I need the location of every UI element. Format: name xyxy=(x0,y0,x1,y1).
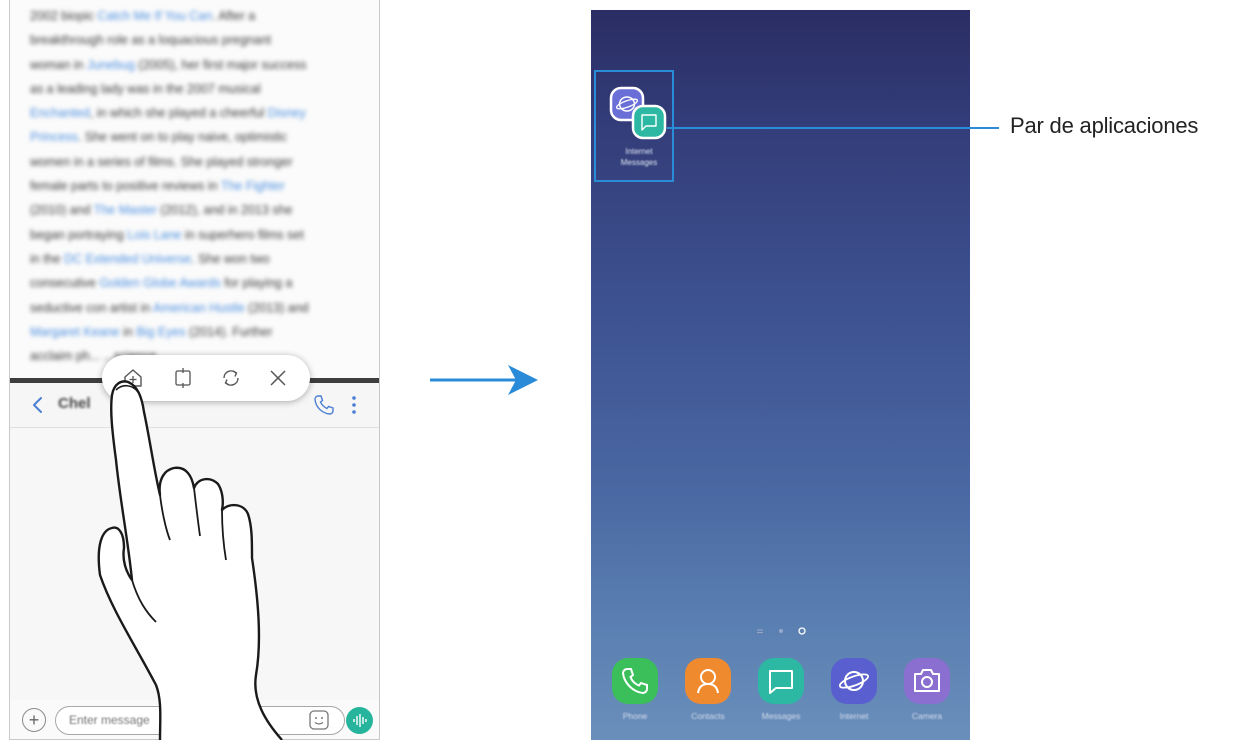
article-text-segment: (2012), and in 2013 she xyxy=(156,203,293,218)
article-text-segment: female parts to positive reviews in xyxy=(30,179,221,194)
article-line: breakthrough role as a loquacious pregna… xyxy=(30,28,365,52)
article-line: Enchanted, in which she played a cheerfu… xyxy=(30,101,365,125)
article-link[interactable]: Lois Lane xyxy=(127,228,181,242)
dock-app-camera[interactable]: Camera xyxy=(894,658,960,736)
article-line: as a leading lady was in the 2007 musica… xyxy=(30,77,365,101)
article-line: Margaret Keane in Big Eyes (2014). Furth… xyxy=(30,320,365,344)
plus-icon: + xyxy=(28,710,40,730)
article-link[interactable]: The Master xyxy=(94,203,157,217)
split-screen-options-bar xyxy=(102,355,310,401)
right-phone-home-screen: Internet Messages Phone Contacts Message… xyxy=(591,10,970,740)
article-text-segment: woman in xyxy=(30,57,87,72)
article-text-segment: . She won two xyxy=(191,251,270,266)
call-icon[interactable] xyxy=(312,393,336,417)
article-text-segment: (2014). Further xyxy=(185,324,273,339)
dock-app-label: Internet xyxy=(839,711,869,721)
app-pair-label: Internet Messages xyxy=(604,146,674,168)
app-pair-icon xyxy=(609,86,667,140)
browser-article: 2002 biopic Catch Me If You Can. After a… xyxy=(10,0,379,378)
article-text-segment: in xyxy=(119,324,137,339)
message-field[interactable] xyxy=(55,706,345,735)
article-text-segment: (2010) and xyxy=(30,203,94,218)
article-text: 2002 biopic Catch Me If You Can. After a… xyxy=(30,4,365,368)
app-pair-label-line1: Internet xyxy=(625,147,653,156)
article-text-segment: 2002 biopic xyxy=(30,9,98,23)
dock-app-phone[interactable]: Phone xyxy=(602,658,668,736)
dock-app-label: Messages xyxy=(761,711,801,721)
back-arrow-icon[interactable] xyxy=(30,395,46,415)
add-app-pair-icon[interactable] xyxy=(120,365,146,391)
article-text-segment: as a leading lady was in the 2007 musica… xyxy=(30,81,261,96)
message-input[interactable] xyxy=(56,707,344,733)
article-link[interactable]: Big Eyes xyxy=(136,325,185,339)
article-text-segment: consecutive xyxy=(30,276,100,291)
article-text-segment: . She went on to play naive, optimistic xyxy=(77,130,288,145)
article-text-segment: in the xyxy=(30,251,65,266)
callout-label: Par de aplicaciones xyxy=(1010,113,1199,138)
conversation-body xyxy=(10,428,379,700)
article-text-segment: (2013) and xyxy=(244,300,309,315)
article-text-segment: (2005), her first major success xyxy=(134,57,307,72)
internet-icon xyxy=(831,658,877,704)
dock-app-label: Contacts xyxy=(691,711,725,721)
article-link[interactable]: Catch Me If You Can xyxy=(97,9,212,23)
app-dock: Phone Contacts Messages Internet Camera xyxy=(591,658,970,740)
left-phone-screen: 2002 biopic Catch Me If You Can. After a… xyxy=(9,0,380,740)
dock-app-label: Camera xyxy=(911,711,943,721)
article-text-segment: in superhero films set xyxy=(181,227,304,242)
close-icon[interactable] xyxy=(265,365,291,391)
page-indicator[interactable] xyxy=(757,625,807,637)
sticker-icon[interactable] xyxy=(308,709,330,731)
more-options-icon[interactable] xyxy=(348,393,360,417)
article-text-segment: for playing a xyxy=(220,276,293,291)
article-link[interactable]: Golden Globe Awards xyxy=(99,276,220,290)
attach-button[interactable]: + xyxy=(22,708,46,732)
article-text-segment: began portraying xyxy=(30,227,128,242)
phone-icon xyxy=(612,658,658,704)
article-text-segment: , in which she played a cheerful xyxy=(89,106,268,121)
article-text-segment: seductive con artist in xyxy=(30,300,153,315)
article-line: women in a series of films. She played s… xyxy=(30,150,365,174)
dock-app-internet[interactable]: Internet xyxy=(821,658,887,736)
article-text-segment: women in a series of films. She played s… xyxy=(30,154,293,169)
article-link[interactable]: The Fighter xyxy=(221,179,285,193)
article-link[interactable]: Enchanted xyxy=(30,106,90,120)
article-text-segment: breakthrough role as a loquacious pregna… xyxy=(30,33,272,48)
article-line: began portraying Lois Lane in superhero … xyxy=(30,223,365,247)
dock-app-label: Phone xyxy=(622,711,648,721)
article-line: seductive con artist in American Hustle … xyxy=(30,296,365,320)
article-line: (2010) and The Master (2012), and in 201… xyxy=(30,198,365,222)
message-input-bar: + xyxy=(10,700,379,739)
article-line: in the DC Extended Universe. She won two xyxy=(30,247,365,271)
voice-message-button[interactable] xyxy=(346,707,373,734)
article-line: 2002 biopic Catch Me If You Can. After a xyxy=(30,4,365,28)
app-pair-shortcut[interactable]: Internet Messages xyxy=(604,82,674,188)
switch-windows-icon[interactable] xyxy=(218,365,244,391)
article-line: consecutive Golden Globe Awards for play… xyxy=(30,271,365,295)
snap-window-icon[interactable] xyxy=(170,365,196,391)
article-link[interactable]: Margaret Keane xyxy=(30,325,120,339)
waveform-icon xyxy=(353,714,367,727)
article-text-segment: . After a xyxy=(212,9,256,23)
article-link[interactable]: Princess xyxy=(30,130,78,144)
dock-app-contacts[interactable]: Contacts xyxy=(675,658,741,736)
article-link[interactable]: Junebug xyxy=(87,58,135,72)
callout-leader-line xyxy=(667,127,999,129)
article-line: woman in Junebug (2005), her first major… xyxy=(30,53,365,77)
transition-arrow-icon xyxy=(430,365,538,395)
article-link[interactable]: DC Extended Universe xyxy=(64,252,191,266)
article-line: Princess. She went on to play naive, opt… xyxy=(30,125,365,149)
article-link[interactable]: Disney xyxy=(268,106,306,120)
conversation-title: Chel xyxy=(58,395,91,412)
app-pair-label-line2: Messages xyxy=(620,158,658,167)
messages-icon xyxy=(758,658,804,704)
dock-app-messages[interactable]: Messages xyxy=(748,658,814,736)
camera-icon xyxy=(904,658,950,704)
article-line: female parts to positive reviews in The … xyxy=(30,174,365,198)
contacts-icon xyxy=(685,658,731,704)
article-link[interactable]: American Hustle xyxy=(153,301,245,315)
